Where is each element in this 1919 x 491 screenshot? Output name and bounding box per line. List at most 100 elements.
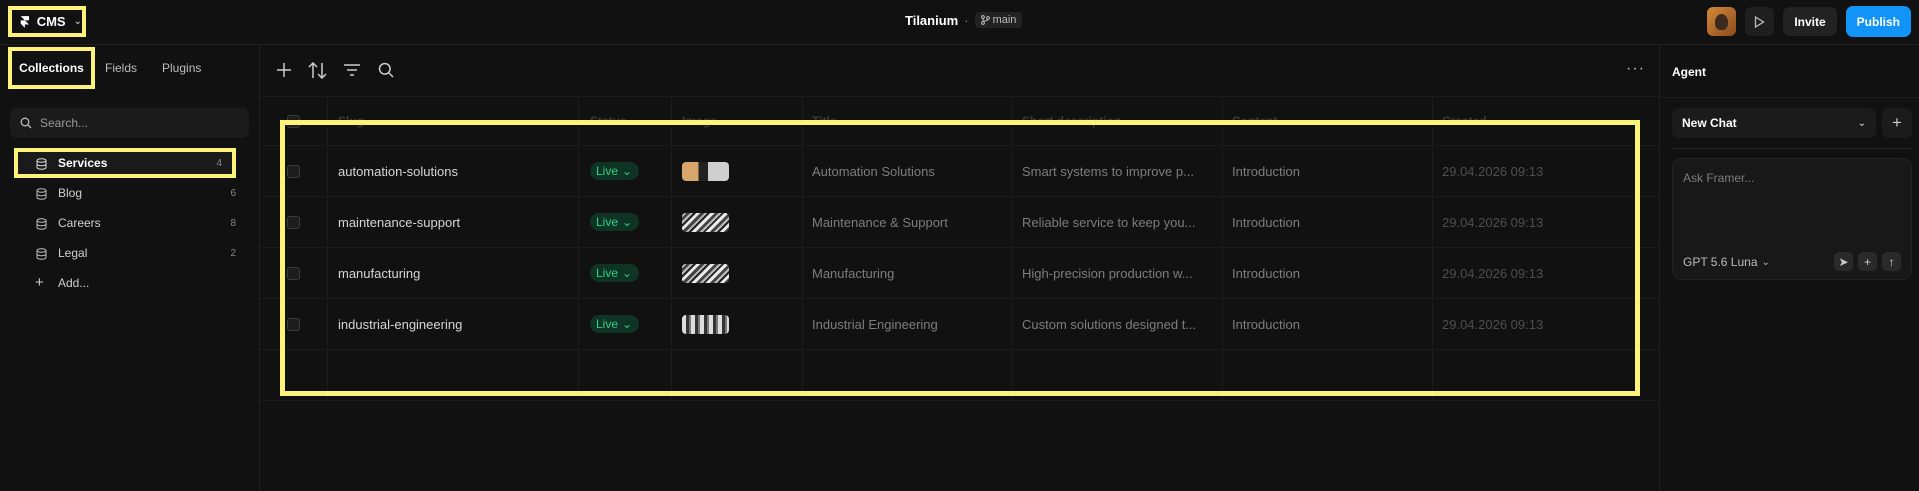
tab-collections[interactable]: Collections — [8, 47, 95, 89]
row-checkbox[interactable] — [287, 164, 300, 178]
column-header-status[interactable]: Status — [579, 97, 672, 145]
short-description-cell[interactable]: Smart systems to improve p... — [1013, 146, 1223, 196]
new-item-row[interactable] — [260, 350, 1659, 401]
tab-fields[interactable]: Fields — [105, 47, 151, 89]
column-header-content[interactable]: Content — [1223, 97, 1433, 145]
table-row[interactable]: manufacturing Live ⌄ Manufacturing High-p… — [260, 248, 1659, 299]
sidebar-item-label: Legal — [58, 246, 88, 260]
row-checkbox[interactable] — [287, 215, 300, 229]
more-options-icon[interactable]: ··· — [1626, 60, 1645, 78]
sidebar-item-label: Careers — [58, 216, 101, 230]
slug-cell[interactable]: manufacturing — [328, 248, 579, 298]
plus-icon[interactable] — [276, 62, 292, 78]
chevron-down-icon: ⌄ — [622, 317, 633, 331]
status-badge[interactable]: Live ⌄ — [590, 162, 640, 180]
sidebar-item-label: Blog — [58, 186, 83, 200]
row-select-cell — [260, 299, 328, 349]
branch-badge[interactable]: main — [974, 12, 1023, 28]
new-chat-button[interactable]: + — [1882, 108, 1912, 138]
item-count: 4 — [216, 157, 222, 169]
cursor-select-icon[interactable]: ➤ — [1834, 252, 1853, 271]
image-thumbnail — [682, 263, 729, 283]
empty-cell[interactable] — [1433, 350, 1659, 400]
app-switcher-label: CMS — [36, 14, 66, 29]
table-row[interactable]: automation-solutions Live ⌄ Automation So… — [260, 146, 1659, 197]
sidebar-item-careers[interactable]: Careers 8 — [14, 208, 246, 238]
empty-cell[interactable] — [579, 350, 672, 400]
slug-cell[interactable]: industrial-engineering — [328, 299, 579, 349]
image-thumbnail — [682, 212, 729, 232]
chat-select[interactable]: New Chat ⌄ — [1672, 108, 1876, 138]
image-cell[interactable] — [672, 299, 803, 349]
title-cell[interactable]: Automation Solutions — [803, 146, 1013, 196]
image-cell[interactable] — [672, 146, 803, 196]
status-badge[interactable]: Live ⌄ — [590, 264, 640, 282]
preview-button[interactable] — [1745, 7, 1775, 36]
image-cell[interactable] — [672, 248, 803, 298]
created-cell: 29.04.2026 09:13 — [1442, 214, 1544, 230]
content-cell[interactable]: Introduction — [1223, 197, 1433, 247]
row-checkbox[interactable] — [287, 266, 300, 280]
search-icon[interactable] — [378, 62, 394, 78]
column-header-slug[interactable]: Slug — [328, 97, 579, 145]
database-icon — [36, 188, 47, 200]
status-cell[interactable]: Live ⌄ — [579, 299, 672, 349]
sidebar-item-blog[interactable]: Blog 6 — [14, 178, 246, 208]
select-all-cell — [260, 97, 328, 145]
short-description-cell[interactable]: Custom solutions designed t... — [1013, 299, 1223, 349]
empty-cell[interactable] — [1223, 350, 1433, 400]
title-cell[interactable]: Manufacturing — [803, 248, 1013, 298]
slug-cell[interactable]: automation-solutions — [328, 146, 579, 196]
content-cell[interactable]: Introduction — [1223, 248, 1433, 298]
status-label: Live — [596, 266, 619, 280]
row-checkbox[interactable] — [287, 317, 300, 331]
status-badge[interactable]: Live ⌄ — [590, 213, 640, 231]
status-cell[interactable]: Live ⌄ — [579, 197, 672, 247]
sidebar-item-legal[interactable]: Legal 2 — [14, 238, 246, 268]
filter-icon[interactable] — [343, 62, 361, 78]
agent-title: Agent — [1672, 65, 1706, 79]
short-description-cell[interactable]: Reliable service to keep you... — [1013, 197, 1223, 247]
empty-cell[interactable] — [1013, 350, 1223, 400]
image-cell[interactable] — [672, 197, 803, 247]
prompt-input[interactable]: Ask Framer... GPT 5.6 Luna ⌄ ➤ + ↑ — [1672, 158, 1912, 280]
content-cell[interactable]: Introduction — [1223, 146, 1433, 196]
plus-icon[interactable]: + — [1858, 252, 1877, 271]
short-description-cell[interactable]: High-precision production w... — [1013, 248, 1223, 298]
publish-button[interactable]: Publish — [1845, 6, 1911, 37]
content-cell[interactable]: Introduction — [1223, 299, 1433, 349]
app-switcher[interactable]: CMS ⌄ — [8, 6, 86, 37]
slug-cell[interactable]: maintenance-support — [328, 197, 579, 247]
title-cell[interactable]: Maintenance & Support — [803, 197, 1013, 247]
status-label: Live — [596, 164, 619, 178]
avatar[interactable] — [1707, 7, 1737, 36]
status-cell[interactable]: Live ⌄ — [579, 248, 672, 298]
database-icon — [36, 218, 47, 230]
row-select-cell — [260, 197, 328, 247]
table-row[interactable]: maintenance-support Live ⌄ Maintenance & … — [260, 197, 1659, 248]
sort-icon[interactable] — [308, 62, 327, 79]
empty-cell[interactable] — [672, 350, 803, 400]
sidebar-item-services[interactable]: Services 4 — [14, 148, 236, 178]
column-header-short-description[interactable]: Short description — [1013, 97, 1223, 145]
column-header-image[interactable]: Image — [672, 97, 803, 145]
model-select[interactable]: GPT 5.6 Luna ⌄ — [1683, 255, 1770, 269]
column-header-created[interactable]: Created — [1433, 97, 1659, 145]
table-row[interactable]: industrial-engineering Live ⌄ Industrial … — [260, 299, 1659, 350]
top-actions: Invite Publish — [1707, 6, 1911, 37]
send-arrow-icon[interactable]: ↑ — [1882, 252, 1901, 271]
project-title[interactable]: Tilanium · main — [905, 12, 1023, 28]
search-input[interactable]: Search... — [10, 108, 249, 138]
status-badge[interactable]: Live ⌄ — [590, 315, 640, 333]
chevron-down-icon: ⌄ — [73, 16, 82, 27]
column-header-title[interactable]: Title — [803, 97, 1013, 145]
add-collection-button[interactable]: + Add... — [14, 268, 246, 298]
select-all-checkbox[interactable] — [287, 114, 300, 128]
status-cell[interactable]: Live ⌄ — [579, 146, 672, 196]
invite-button[interactable]: Invite — [1783, 7, 1837, 36]
empty-cell[interactable] — [803, 350, 1013, 400]
tab-plugins[interactable]: Plugins — [151, 47, 212, 89]
collections-list: Services 4 Blog 6 Careers 8 Legal 2 + Ad… — [14, 148, 246, 298]
empty-cell[interactable] — [328, 350, 579, 400]
title-cell[interactable]: Industrial Engineering — [803, 299, 1013, 349]
